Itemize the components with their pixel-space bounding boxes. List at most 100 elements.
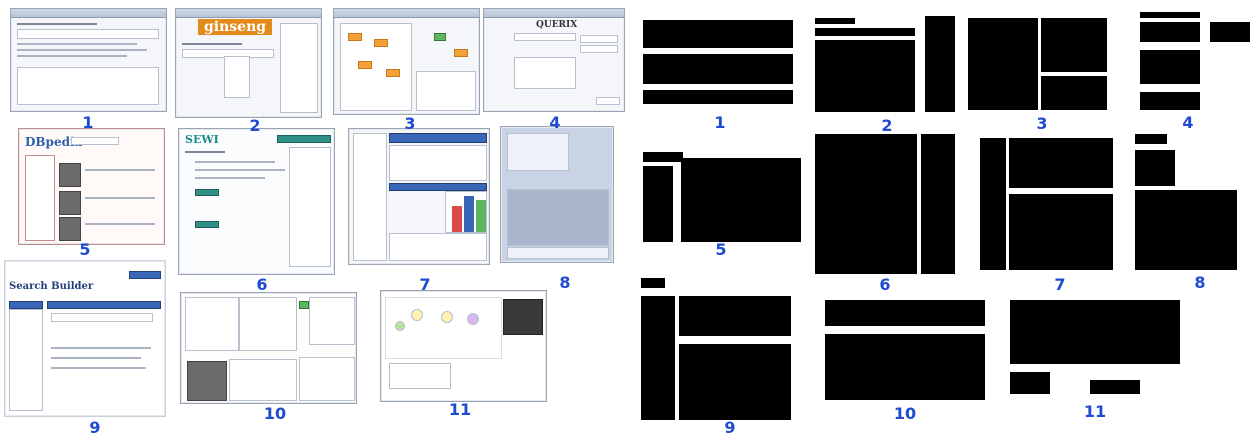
- autocomplete-dropdown[interactable]: [224, 56, 250, 98]
- figure-label: 10: [893, 404, 917, 423]
- redacted-block: [1010, 372, 1050, 394]
- query-input[interactable]: [17, 29, 159, 39]
- tab-bar[interactable]: [389, 133, 487, 143]
- screenshot-2: ginseng: [175, 8, 322, 118]
- ginseng-logo: ginseng: [198, 19, 273, 35]
- select-field[interactable]: [580, 45, 618, 53]
- figure-label: 11: [448, 400, 472, 419]
- text-line: [17, 55, 127, 57]
- sidebar[interactable]: [9, 309, 43, 411]
- text-line: [85, 197, 155, 199]
- redacted-block: [815, 134, 917, 274]
- header-button[interactable]: [129, 271, 161, 279]
- figure-label: 6: [879, 275, 891, 294]
- text-line: [85, 223, 155, 225]
- figure-label: 1: [714, 113, 726, 132]
- figure-label: 8: [1194, 273, 1206, 292]
- info-panel: [389, 233, 487, 261]
- nav-bar[interactable]: [277, 135, 331, 143]
- redacted-block: [1041, 18, 1107, 72]
- search-builder-logo: Search Builder: [9, 281, 94, 292]
- input-panel[interactable]: [507, 133, 569, 171]
- value-badge[interactable]: [195, 221, 219, 228]
- window-titlebar: [484, 9, 624, 18]
- graph-node[interactable]: [434, 33, 446, 41]
- graph-node[interactable]: [395, 321, 405, 331]
- select-field[interactable]: [580, 35, 618, 43]
- redacted-block: [1140, 50, 1200, 84]
- redacted-block: [1010, 300, 1180, 364]
- graph-node[interactable]: [348, 33, 362, 41]
- sewi-logo: SEWI: [185, 133, 219, 146]
- properties-panel: [416, 71, 476, 111]
- redacted-block: [980, 138, 1006, 270]
- querix-logo: QUERIX: [536, 20, 578, 30]
- redacted-block: [815, 18, 855, 24]
- graph-node[interactable]: [454, 49, 468, 57]
- redacted-block: [643, 90, 793, 104]
- redacted-block: [641, 278, 665, 288]
- window-titlebar: [11, 9, 166, 18]
- graph-node[interactable]: [441, 311, 453, 323]
- query-button[interactable]: [596, 97, 620, 105]
- query-form[interactable]: [389, 145, 487, 181]
- window-titlebar: [176, 9, 321, 18]
- related-list[interactable]: [289, 147, 331, 267]
- original-screenshots-panel: ginseng QUERIX DBpedia SEWI Search Build…: [0, 0, 625, 440]
- screenshot-5: DBpedia: [18, 128, 165, 245]
- category-list[interactable]: [185, 297, 239, 351]
- redacted-block: [925, 16, 955, 112]
- figure-label: 7: [1054, 275, 1066, 294]
- facet-sidebar[interactable]: [25, 155, 55, 241]
- redacted-block: [968, 18, 1038, 110]
- redacted-block: [815, 40, 915, 112]
- results-table: [17, 67, 159, 105]
- graph-node[interactable]: [358, 61, 372, 69]
- results-list[interactable]: [239, 297, 297, 351]
- graph-node[interactable]: [411, 309, 423, 321]
- side-list[interactable]: [299, 357, 355, 401]
- screenshot-8: [500, 126, 614, 263]
- figure-label: 1: [82, 113, 94, 132]
- text-line: [17, 23, 97, 25]
- query-header: [47, 301, 161, 309]
- redacted-block: [921, 134, 955, 274]
- figure-label: 8: [559, 273, 571, 292]
- redacted-block: [1009, 138, 1113, 188]
- figure-label: 2: [249, 116, 261, 135]
- redacted-layouts-panel: 1 2 3 4 5 6 7 8 9 10 11: [635, 0, 1255, 440]
- redacted-block: [643, 20, 793, 48]
- redacted-block: [1135, 150, 1175, 186]
- redacted-block: [1135, 190, 1237, 270]
- results-area: [514, 57, 576, 89]
- text-line: [85, 169, 155, 171]
- chart-bar: [464, 196, 474, 232]
- query-input[interactable]: [51, 313, 153, 322]
- status-panel: [507, 247, 609, 259]
- redacted-block: [643, 54, 793, 84]
- chart-bar: [476, 200, 486, 232]
- tree-sidebar[interactable]: [353, 133, 387, 261]
- screenshot-6: SEWI: [178, 128, 335, 275]
- text-area[interactable]: [389, 363, 451, 389]
- figure-label: 3: [1036, 114, 1048, 133]
- add-button[interactable]: [299, 301, 309, 309]
- redacted-block: [679, 296, 791, 336]
- graph-node[interactable]: [467, 313, 479, 325]
- detail-list[interactable]: [309, 297, 355, 345]
- text-line: [51, 357, 141, 359]
- question-input[interactable]: [514, 33, 576, 41]
- text-line: [17, 49, 147, 51]
- window-titlebar: [334, 9, 479, 18]
- value-badge[interactable]: [195, 189, 219, 196]
- redacted-block: [1041, 76, 1107, 110]
- redacted-block: [1140, 22, 1200, 42]
- portrait-image: [187, 361, 227, 401]
- search-input[interactable]: [71, 137, 119, 145]
- figure-label: 10: [263, 404, 287, 423]
- screenshot-1: [10, 8, 167, 112]
- results-panel: [507, 189, 609, 246]
- graph-node[interactable]: [374, 39, 388, 47]
- redacted-block: [815, 28, 915, 36]
- graph-node[interactable]: [386, 69, 400, 77]
